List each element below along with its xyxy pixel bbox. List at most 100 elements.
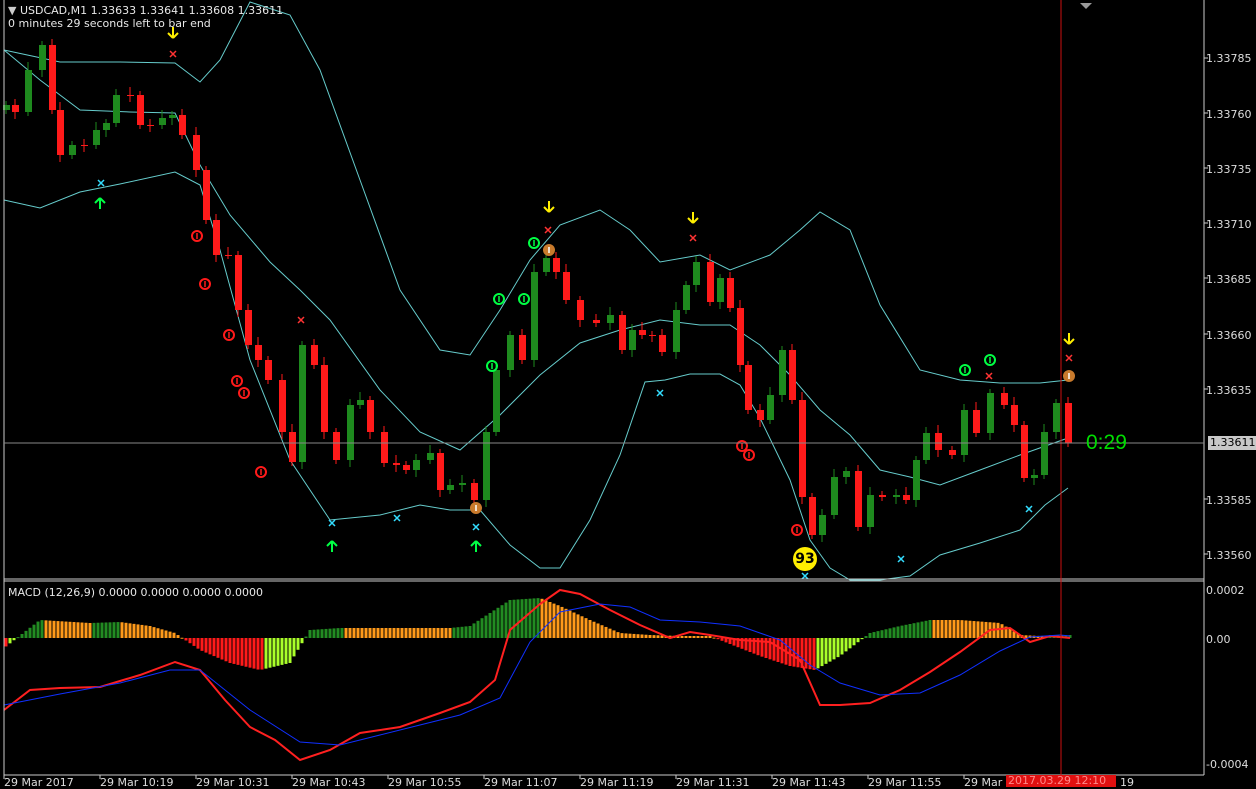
macd-histogram-bar [208,638,212,655]
time-label: 29 Mar 11:07 [484,776,558,789]
price-label: 1.33585 [1206,494,1252,507]
macd-histogram-bar [552,603,556,638]
macd-histogram-bar [804,638,808,669]
macd-histogram-bar [692,636,696,638]
macd-histogram-bar [956,620,960,638]
candle-body [893,495,900,497]
down-arrow-icon [1063,333,1075,345]
price-label: 1.33785 [1206,52,1252,65]
candle-body [193,135,200,170]
candle-body [607,315,614,323]
macd-histogram-bar [432,628,436,638]
macd-histogram-bar [888,628,892,638]
macd-histogram-bar [476,620,480,638]
macd-histogram-bar [148,626,152,638]
macd-scale-label: -0.0004 [1206,758,1249,771]
macd-histogram-bar [440,628,444,638]
macd-histogram-bar [488,613,492,638]
macd-histogram-bar [436,628,440,638]
macd-histogram-bar [524,598,528,638]
macd-histogram-bar [840,638,844,655]
time-label: 19 [1120,776,1134,789]
macd-histogram-bar [632,633,636,638]
macd-histogram-bar [844,638,848,652]
time-label: 29 Mar 10:19 [100,776,174,789]
macd-histogram-bar [168,631,172,638]
macd-histogram-bar [904,624,908,638]
macd-histogram-bar [288,638,292,663]
macd-histogram-bar [580,616,584,638]
macd-histogram-bar [316,629,320,638]
candle-body [639,330,646,335]
macd-histogram-bar [720,638,724,641]
macd-histogram-bar [596,623,600,638]
macd-histogram-bar [276,638,280,666]
time-label: 29 Mar 11:31 [676,776,750,789]
candle-body [543,258,550,272]
bar-countdown: 0 minutes 29 seconds left to bar end [8,17,211,30]
macd-histogram-bar [152,627,156,638]
macd-histogram-bar [228,638,232,663]
candle-body [659,335,666,352]
symbol-line: USDCAD,M1 1.33633 1.33641 1.33608 1.3361… [19,4,284,17]
macd-histogram-bar [616,632,620,638]
candle-body [49,45,56,110]
price-label: 1.33635 [1206,384,1252,397]
macd-histogram-bar [568,610,572,638]
macd-histogram-bar [324,628,328,638]
macd-histogram-bar [396,628,400,638]
price-label: 1.33735 [1206,163,1252,176]
macd-histogram-bar [708,636,712,638]
macd-histogram-bar [44,620,48,638]
macd-histogram-bar [32,624,36,638]
macd-histogram-bar [1000,624,1004,638]
macd-histogram-bar [1008,629,1012,638]
macd-histogram-bar [376,628,380,638]
macd-histogram-bar [164,630,168,638]
shift-marker-icon [1080,3,1092,9]
candle-body [673,310,680,352]
candle-body [235,255,242,310]
time-label: 29 Mar 10:43 [292,776,366,789]
macd-histogram-bar [56,621,60,638]
macd-histogram-bar [212,638,216,657]
candle-body [137,95,144,125]
candle-body [1001,393,1008,405]
candle-body [1021,425,1028,478]
chart-canvas[interactable] [0,0,1256,787]
candle-body [593,320,600,323]
macd-histogram-bar [176,635,180,638]
macd-histogram-bar [108,622,112,638]
macd-histogram-bar [16,637,20,639]
trading-chart[interactable]: ▼ USDCAD,M1 1.33633 1.33641 1.33608 1.33… [0,0,1256,789]
macd-histogram-bar [156,628,160,638]
macd-histogram-bar [860,638,864,640]
time-label: 29 Mar 10:55 [388,776,462,789]
macd-histogram-bar [968,620,972,638]
candle-body [935,433,942,450]
macd-histogram-bar [116,622,120,638]
signal-badge: 93 [793,547,817,571]
macd-histogram-bar [880,630,884,638]
candle-body [903,495,910,500]
candle-body [113,95,120,123]
macd-histogram-bar [320,629,324,638]
x-marker-icon [656,389,664,397]
macd-histogram-bar [200,638,204,651]
macd-histogram-bar [996,622,1000,638]
macd-histogram-bar [604,626,608,638]
candle-body [471,483,478,500]
macd-histogram-bar [260,638,264,670]
dropdown-triangle-icon[interactable]: ▼ [8,4,16,17]
macd-histogram-bar [516,599,520,638]
candle-body [459,483,466,485]
macd-histogram-bar [332,628,336,638]
candle-body [737,308,744,365]
candle-body [347,405,354,460]
macd-histogram-bar [776,638,780,662]
macd-histogram-bar [852,638,856,646]
macd-histogram-bar [592,621,596,638]
candle-body [507,335,514,370]
candle-body [799,400,806,497]
macd-histogram-bar [184,638,188,641]
